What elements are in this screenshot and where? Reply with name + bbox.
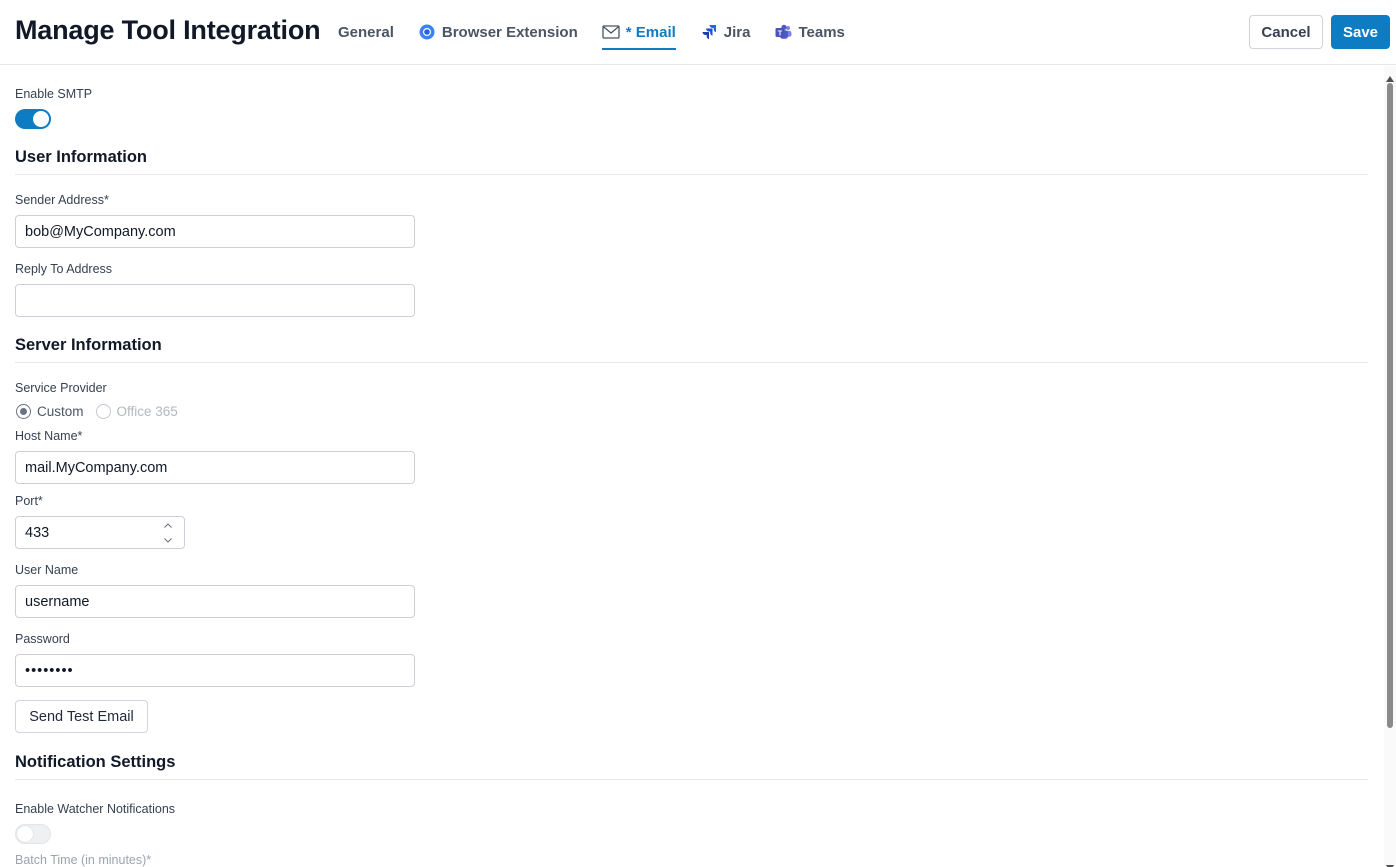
vertical-scrollbar[interactable] bbox=[1384, 66, 1396, 867]
batch-time-label: Batch Time (in minutes)* bbox=[15, 853, 152, 867]
page-header: Manage Tool Integration General Browser … bbox=[0, 0, 1396, 65]
tab-general-label: General bbox=[338, 23, 394, 41]
teams-icon: T bbox=[774, 23, 792, 41]
toggle-knob bbox=[33, 111, 49, 127]
scroll-down-icon[interactable] bbox=[1386, 858, 1394, 867]
host-name-label: Host Name* bbox=[15, 429, 83, 443]
tab-browser-extension[interactable]: Browser Extension bbox=[418, 0, 578, 64]
tab-jira[interactable]: Jira bbox=[700, 0, 751, 64]
notification-settings-heading: Notification Settings bbox=[15, 753, 176, 771]
reply-to-address-label: Reply To Address bbox=[15, 262, 113, 276]
port-label: Port* bbox=[15, 494, 43, 508]
svg-text:T: T bbox=[778, 30, 783, 37]
user-information-heading: User Information bbox=[15, 148, 148, 166]
save-button[interactable]: Save bbox=[1331, 15, 1390, 49]
tab-teams-label: Teams bbox=[798, 23, 845, 41]
email-settings-form: Enable SMTP User Information Sender Addr… bbox=[0, 66, 1384, 867]
scrollbar-thumb[interactable] bbox=[1387, 83, 1393, 728]
user-name-input[interactable]: username bbox=[15, 585, 415, 618]
enable-watcher-notifications-toggle[interactable] bbox=[15, 824, 51, 844]
tab-teams[interactable]: T Teams bbox=[774, 0, 845, 64]
server-information-heading: Server Information bbox=[15, 336, 162, 354]
radio-office-365 bbox=[95, 404, 111, 419]
send-test-email-button[interactable]: Send Test Email bbox=[15, 700, 148, 733]
host-name-input[interactable]: mail.MyCompany.com bbox=[15, 451, 415, 484]
port-stepper[interactable]: 433 bbox=[15, 516, 185, 549]
tab-browser-extension-label: Browser Extension bbox=[441, 23, 578, 41]
section-divider bbox=[15, 779, 1368, 780]
enable-smtp-toggle[interactable] bbox=[15, 109, 51, 129]
enable-watcher-notifications-label: Enable Watcher Notifications bbox=[15, 802, 176, 816]
user-name-label: User Name bbox=[15, 563, 79, 577]
tab-jira-label: Jira bbox=[723, 23, 751, 41]
section-divider bbox=[15, 174, 1368, 175]
toggle-knob bbox=[17, 826, 33, 842]
enable-smtp-label: Enable SMTP bbox=[15, 87, 93, 101]
sender-address-label: Sender Address* bbox=[15, 193, 109, 207]
service-provider-label: Service Provider bbox=[15, 381, 107, 395]
tab-bar: General Browser Extension * Email Jira T… bbox=[338, 0, 869, 64]
tab-email-label: * Email bbox=[625, 23, 676, 41]
stepper-arrows-icon[interactable] bbox=[163, 521, 173, 545]
tab-email[interactable]: * Email bbox=[601, 0, 676, 64]
chrome-icon bbox=[418, 23, 436, 41]
password-input[interactable]: •••••••• bbox=[15, 654, 415, 687]
radio-custom-label: Custom bbox=[37, 404, 84, 419]
radio-custom[interactable] bbox=[16, 404, 31, 419]
page-title: Manage Tool Integration bbox=[15, 15, 321, 45]
section-divider bbox=[15, 362, 1368, 363]
port-value: 433 bbox=[25, 524, 50, 541]
radio-office-365-label: Office 365 bbox=[116, 404, 178, 419]
scroll-up-icon[interactable] bbox=[1386, 69, 1394, 82]
tab-general[interactable]: General bbox=[338, 0, 394, 64]
jira-icon bbox=[700, 23, 718, 41]
password-label: Password bbox=[15, 632, 70, 646]
service-provider-radio-group: Custom Office 365 bbox=[16, 404, 190, 419]
reply-to-address-input[interactable] bbox=[15, 284, 415, 317]
sender-address-input[interactable]: bob@MyCompany.com bbox=[15, 215, 415, 248]
mail-icon bbox=[602, 23, 620, 41]
cancel-button[interactable]: Cancel bbox=[1249, 15, 1323, 49]
